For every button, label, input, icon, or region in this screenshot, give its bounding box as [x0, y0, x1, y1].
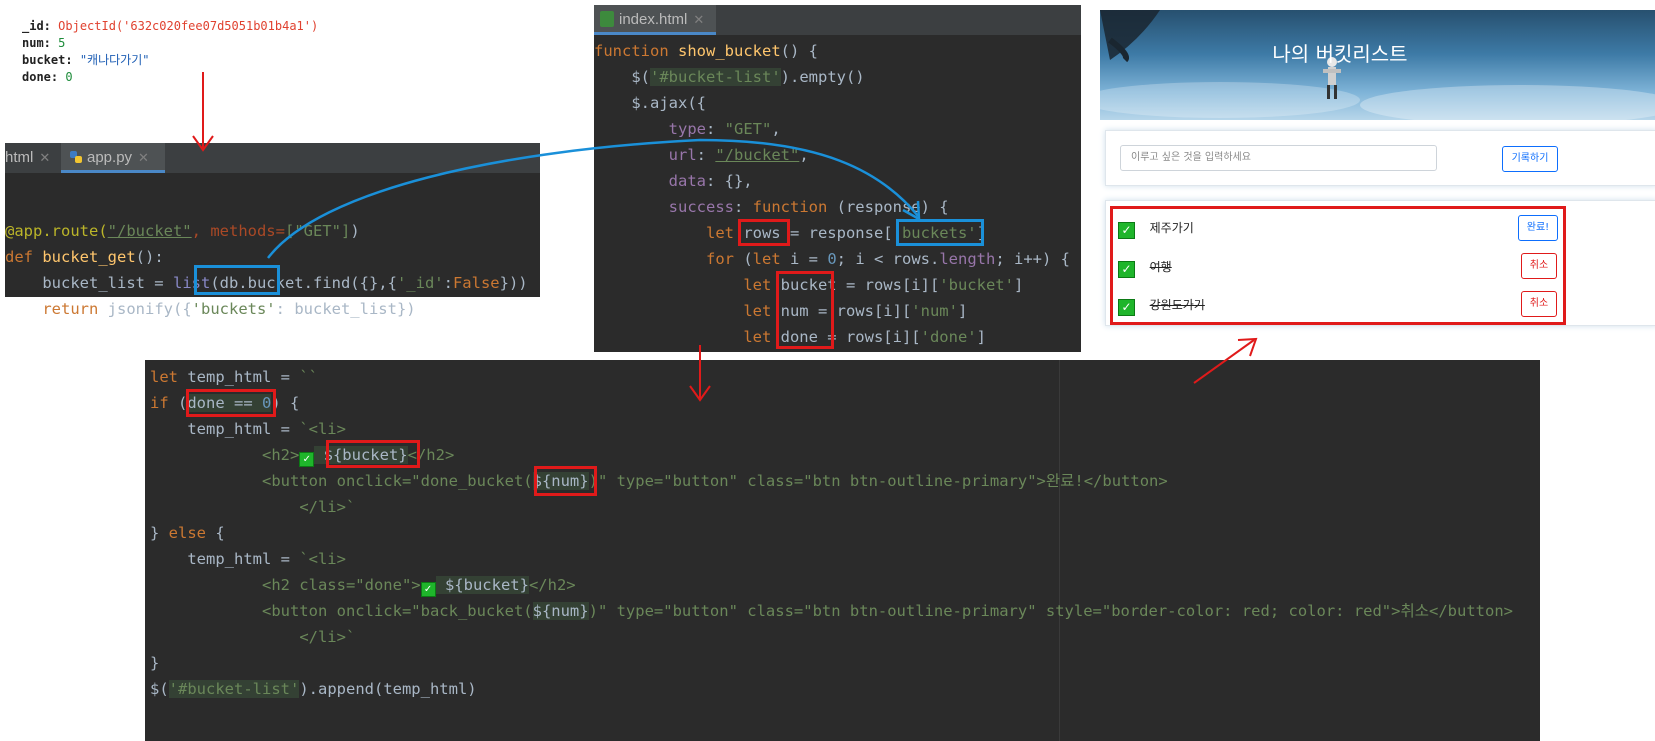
close-icon[interactable]: ✕ — [693, 12, 704, 27]
index-html-tabbar: index.html ✕ — [594, 5, 1081, 35]
mongo-bucket-row: bucket: "캐나다가기" — [22, 53, 150, 67]
index-html-code: function show_bucket() { $('#bucket-list… — [594, 35, 1081, 352]
app-title: 나의 버킷리스트 — [1272, 42, 1408, 66]
code-line: let temp_html = `` — [150, 368, 318, 386]
code-line: } else { — [150, 524, 225, 542]
code-line: $('#bucket-list').empty() — [594, 68, 865, 86]
close-icon[interactable]: ✕ — [138, 150, 149, 165]
code-line: <h2 class="done"> ✓ ${bucket}</h2> — [261, 576, 576, 597]
code-line: url: "/bucket", — [668, 146, 809, 164]
index-html-editor: index.html ✕ function show_bucket() { $('… — [594, 5, 1081, 352]
vars-highlight — [776, 271, 834, 349]
webapp-hero: 나의 버킷리스트 — [1100, 10, 1655, 120]
html-file-icon — [600, 11, 614, 27]
code-line: for (let i = 0; i < rows.length; i++) { — [705, 250, 1070, 268]
code-line: type: "GET", — [668, 120, 781, 138]
template-editor: let temp_html = `` if (done == 0) { temp… — [145, 360, 1540, 741]
code-line: temp_html = `<li> — [150, 550, 346, 568]
code-line: temp_html = `<li> — [150, 420, 346, 438]
record-button[interactable]: 기록하기 — [1502, 146, 1558, 172]
code-line: } — [150, 654, 160, 672]
code-line: <button onclick="done_bucket(${num})" ty… — [261, 472, 1168, 490]
python-file-icon — [69, 145, 83, 163]
close-icon[interactable]: ✕ — [39, 150, 50, 165]
tab-index-html[interactable]: index.html ✕ — [594, 5, 716, 35]
code-line: success: function (response) { — [668, 198, 949, 216]
code-line: def bucket_get(): — [5, 248, 164, 266]
editor-divider — [1059, 360, 1060, 741]
buckets-key-highlight — [194, 265, 280, 295]
code-line: @app.route("/bucket", methods=["GET"]) — [5, 222, 360, 240]
mongo-done-row: done: 0 — [22, 70, 73, 84]
code-line: $.ajax({ — [594, 94, 706, 112]
tab-app-py[interactable]: app.py ✕ — [61, 143, 165, 173]
code-line: return jsonify({'buckets': bucket_list}) — [42, 300, 416, 318]
code-line: </li>` — [299, 628, 356, 646]
bucket-list-highlight — [1110, 206, 1566, 325]
done-condition-highlight — [186, 389, 276, 417]
mongo-num-row: num: 5 — [22, 36, 66, 50]
bucket-input[interactable]: 이루고 싶은 것을 입력하세요 — [1120, 145, 1437, 171]
app-py-tabbar: html ✕ app.py ✕ — [5, 143, 540, 173]
tab-html[interactable]: html ✕ — [5, 143, 57, 173]
code-line: <button onclick="back_bucket(${num})" ty… — [261, 602, 1513, 620]
code-line: </li>` — [299, 498, 356, 516]
bucket-var-highlight — [326, 440, 420, 468]
mongo-id-row: _id: ObjectId('632c020fee07d5051b01b4a1'… — [22, 19, 319, 33]
num-var-highlight — [534, 466, 597, 496]
code-line: $('#bucket-list').append(temp_html) — [150, 680, 477, 698]
mongo-document: _id: ObjectId('632c020fee07d5051b01b4a1'… — [22, 18, 318, 86]
response-buckets-highlight — [896, 219, 984, 246]
rows-highlight — [738, 219, 790, 246]
input-card: 이루고 싶은 것을 입력하세요 기록하기 — [1105, 130, 1655, 186]
checkmark-emoji-icon: ✓ — [420, 582, 436, 597]
code-line: data: {}, — [668, 172, 753, 190]
checkmark-emoji-icon: ✓ — [299, 452, 315, 467]
code-line: function show_bucket() { — [594, 42, 818, 60]
